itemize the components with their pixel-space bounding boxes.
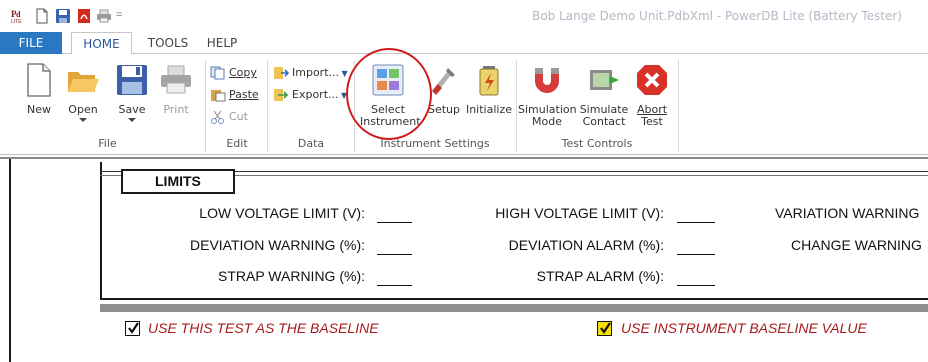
export-label: Export... bbox=[292, 88, 339, 101]
window-title: Bob Lange Demo Unit.PdbXml - PowerDB Lit… bbox=[532, 9, 902, 23]
copy-button[interactable]: Copy bbox=[210, 64, 257, 82]
group-separator bbox=[678, 60, 679, 152]
magnet-icon bbox=[535, 68, 559, 93]
initialize-button[interactable]: Initialize bbox=[464, 62, 514, 116]
file-group-label: File bbox=[98, 137, 117, 150]
checkmark-icon bbox=[128, 322, 139, 334]
paste-label: Paste bbox=[229, 88, 259, 101]
save-disk-large-icon bbox=[117, 65, 147, 95]
open-dropdown-icon[interactable] bbox=[79, 118, 87, 122]
simulation-mode-button[interactable]: Simulation Mode bbox=[518, 62, 577, 128]
change-warning-label: CHANGE WARNING bbox=[791, 237, 922, 253]
simulate-contact-button[interactable]: Simulate Contact bbox=[578, 62, 630, 128]
strap-warning-field[interactable] bbox=[377, 285, 412, 286]
svg-text:LITE: LITE bbox=[11, 19, 22, 24]
open-button[interactable]: Open bbox=[62, 62, 104, 122]
save-label: Save bbox=[118, 103, 146, 116]
new-doc-icon[interactable] bbox=[34, 8, 50, 24]
document-top-rule bbox=[0, 157, 928, 159]
high-voltage-label: HIGH VOLTAGE LIMIT (V): bbox=[495, 205, 664, 221]
open-label: Open bbox=[68, 103, 98, 116]
use-instrument-baseline-checkbox[interactable] bbox=[597, 321, 612, 336]
print-button[interactable]: Print bbox=[156, 62, 196, 116]
edit-group-label: Edit bbox=[226, 137, 248, 150]
deviation-alarm-label: DEVIATION ALARM (%): bbox=[508, 237, 664, 253]
data-group-label: Data bbox=[297, 137, 325, 150]
abort-x-icon bbox=[637, 65, 667, 95]
deviation-warning-field[interactable] bbox=[377, 254, 412, 255]
app-logo-icon[interactable]: P d LITE bbox=[10, 8, 26, 25]
abort-test-label-2: Test bbox=[641, 115, 663, 128]
save-disk-icon[interactable] bbox=[55, 8, 71, 24]
strap-alarm-label: STRAP ALARM (%): bbox=[536, 268, 664, 284]
customize-dropdown-icon[interactable]: = bbox=[116, 9, 126, 25]
checkmark-icon bbox=[600, 322, 611, 334]
battery-initialize-icon bbox=[479, 66, 499, 96]
tab-help[interactable]: HELP bbox=[198, 32, 246, 54]
import-label: Import... bbox=[292, 66, 339, 79]
cut-button[interactable]: Cut bbox=[210, 108, 248, 126]
section-divider-bar bbox=[100, 304, 928, 312]
paste-button[interactable]: Paste bbox=[210, 86, 259, 104]
initialize-label: Initialize bbox=[465, 103, 513, 116]
use-as-baseline-label[interactable]: USE THIS TEST AS THE BASELINE bbox=[148, 320, 379, 336]
cut-label: Cut bbox=[229, 110, 248, 123]
pdf-icon[interactable] bbox=[76, 8, 92, 24]
low-voltage-field[interactable] bbox=[377, 222, 412, 223]
save-button[interactable]: Save bbox=[112, 62, 152, 122]
abort-test-button[interactable]: Abort Test bbox=[632, 62, 672, 128]
paste-icon bbox=[211, 90, 226, 102]
new-label: New bbox=[27, 103, 51, 116]
copy-label: Copy bbox=[229, 66, 257, 79]
folder-open-icon bbox=[68, 72, 99, 92]
deviation-warning-label: DEVIATION WARNING (%): bbox=[190, 237, 365, 253]
import-dropdown-icon[interactable]: ▼ bbox=[339, 69, 348, 78]
save-dropdown-icon[interactable] bbox=[128, 118, 136, 122]
tab-home[interactable]: HOME bbox=[71, 32, 132, 55]
limits-header: LIMITS bbox=[121, 169, 235, 194]
page-left-border bbox=[9, 159, 11, 362]
strap-alarm-field[interactable] bbox=[677, 285, 715, 286]
ribbon-home: New Open Save Print File Copy Paste Cut … bbox=[0, 54, 928, 155]
print-icon[interactable] bbox=[96, 8, 112, 24]
print-label: Print bbox=[163, 103, 189, 116]
low-voltage-label: LOW VOLTAGE LIMIT (V): bbox=[199, 205, 365, 221]
import-button[interactable]: Import... ▼ bbox=[273, 64, 348, 82]
test-controls-group-label: Test Controls bbox=[561, 137, 633, 150]
title-bar: P d LITE = Bob Lange Demo Unit.PdbXml - … bbox=[0, 0, 928, 32]
printer-icon bbox=[161, 65, 191, 94]
high-voltage-field[interactable] bbox=[677, 222, 715, 223]
simulation-mode-label-2: Mode bbox=[532, 115, 562, 128]
use-as-baseline-checkbox[interactable] bbox=[125, 321, 140, 336]
highlight-circle-annotation bbox=[346, 48, 432, 140]
new-button[interactable]: New bbox=[18, 62, 60, 116]
scissors-icon bbox=[211, 110, 224, 124]
tab-tools[interactable]: TOOLS bbox=[138, 32, 198, 54]
group-separator bbox=[205, 60, 206, 152]
use-instrument-baseline-label[interactable]: USE INSTRUMENT BASELINE VALUE bbox=[621, 320, 867, 336]
export-button[interactable]: Export... ▼ bbox=[273, 86, 347, 104]
simulate-contact-label-2: Contact bbox=[582, 115, 626, 128]
ribbon-tabs: FILE HOME TOOLS HELP bbox=[0, 32, 928, 55]
simulate-contact-icon bbox=[590, 70, 619, 90]
strap-warning-label: STRAP WARNING (%): bbox=[217, 268, 365, 284]
variation-warning-label: VARIATION WARNING bbox=[775, 205, 920, 221]
export-icon bbox=[274, 89, 289, 101]
deviation-alarm-field[interactable] bbox=[677, 254, 715, 255]
new-document-icon bbox=[27, 63, 51, 97]
tab-file[interactable]: FILE bbox=[0, 32, 62, 54]
copy-icon bbox=[210, 66, 225, 80]
import-icon bbox=[274, 67, 290, 79]
svg-text:d: d bbox=[16, 10, 21, 19]
